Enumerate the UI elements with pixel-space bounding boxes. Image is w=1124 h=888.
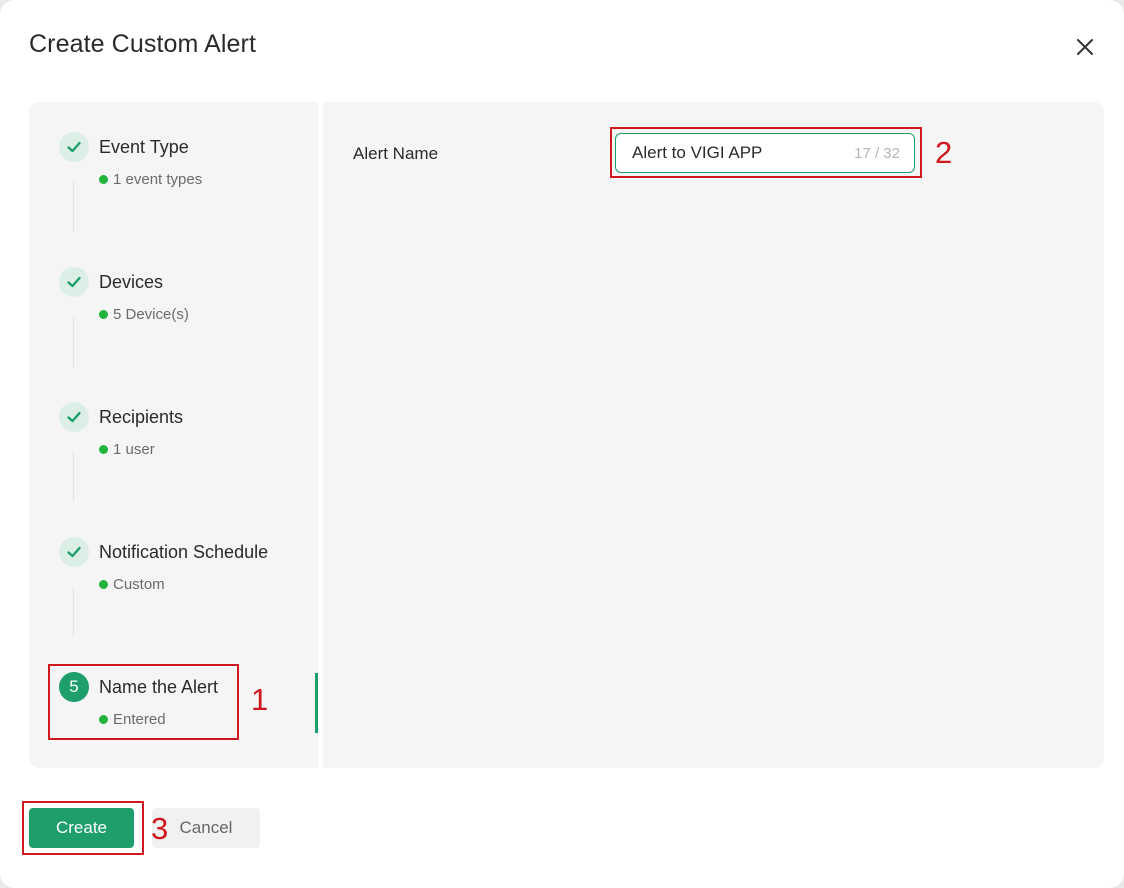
step-title: Event Type (99, 137, 189, 157)
alert-name-label: Alert Name (353, 144, 439, 163)
step-status: 1 user (99, 441, 155, 458)
step-status: 5 Device(s) (99, 306, 189, 323)
check-icon (59, 537, 89, 567)
step-status-text: Custom (113, 576, 165, 593)
callout-box-2 (610, 127, 922, 178)
status-dot-icon (99, 175, 108, 184)
active-step-indicator (315, 673, 318, 733)
step-status-text: 1 event types (113, 171, 203, 188)
step-title: Notification Schedule (99, 542, 269, 562)
step-title: Devices (99, 272, 164, 292)
step-notification-schedule[interactable]: Notification Schedule Custom (59, 507, 299, 593)
check-icon (59, 267, 89, 297)
step-event-type[interactable]: Event Type 1 event types (59, 102, 299, 188)
step-status-text: 5 Device(s) (113, 306, 189, 323)
step-status-text: 1 user (113, 441, 155, 458)
create-alert-dialog: Create Custom Alert Event Type 1 event t… (0, 0, 1124, 888)
status-dot-icon (99, 445, 108, 454)
step-status: Custom (99, 576, 165, 593)
callout-number-2: 2 (935, 135, 953, 170)
dialog-title: Create Custom Alert (29, 30, 256, 58)
callout-number-3: 3 (151, 811, 169, 846)
callout-box-3 (22, 801, 144, 855)
step-status: 1 event types (99, 171, 202, 188)
close-icon[interactable] (1071, 33, 1099, 61)
callout-box-1 (48, 664, 239, 740)
step-connector (73, 317, 74, 367)
step-title: Recipients (99, 407, 184, 427)
check-icon (59, 132, 89, 162)
check-icon (59, 402, 89, 432)
step-connector (73, 452, 74, 502)
step-recipients[interactable]: Recipients 1 user (59, 372, 299, 458)
status-dot-icon (99, 580, 108, 589)
step-content: Alert Name 17 / 32 (323, 102, 1104, 768)
step-connector (73, 587, 74, 637)
callout-number-1: 1 (251, 682, 269, 717)
status-dot-icon (99, 310, 108, 319)
step-connector (73, 182, 74, 232)
step-devices[interactable]: Devices 5 Device(s) (59, 237, 299, 323)
